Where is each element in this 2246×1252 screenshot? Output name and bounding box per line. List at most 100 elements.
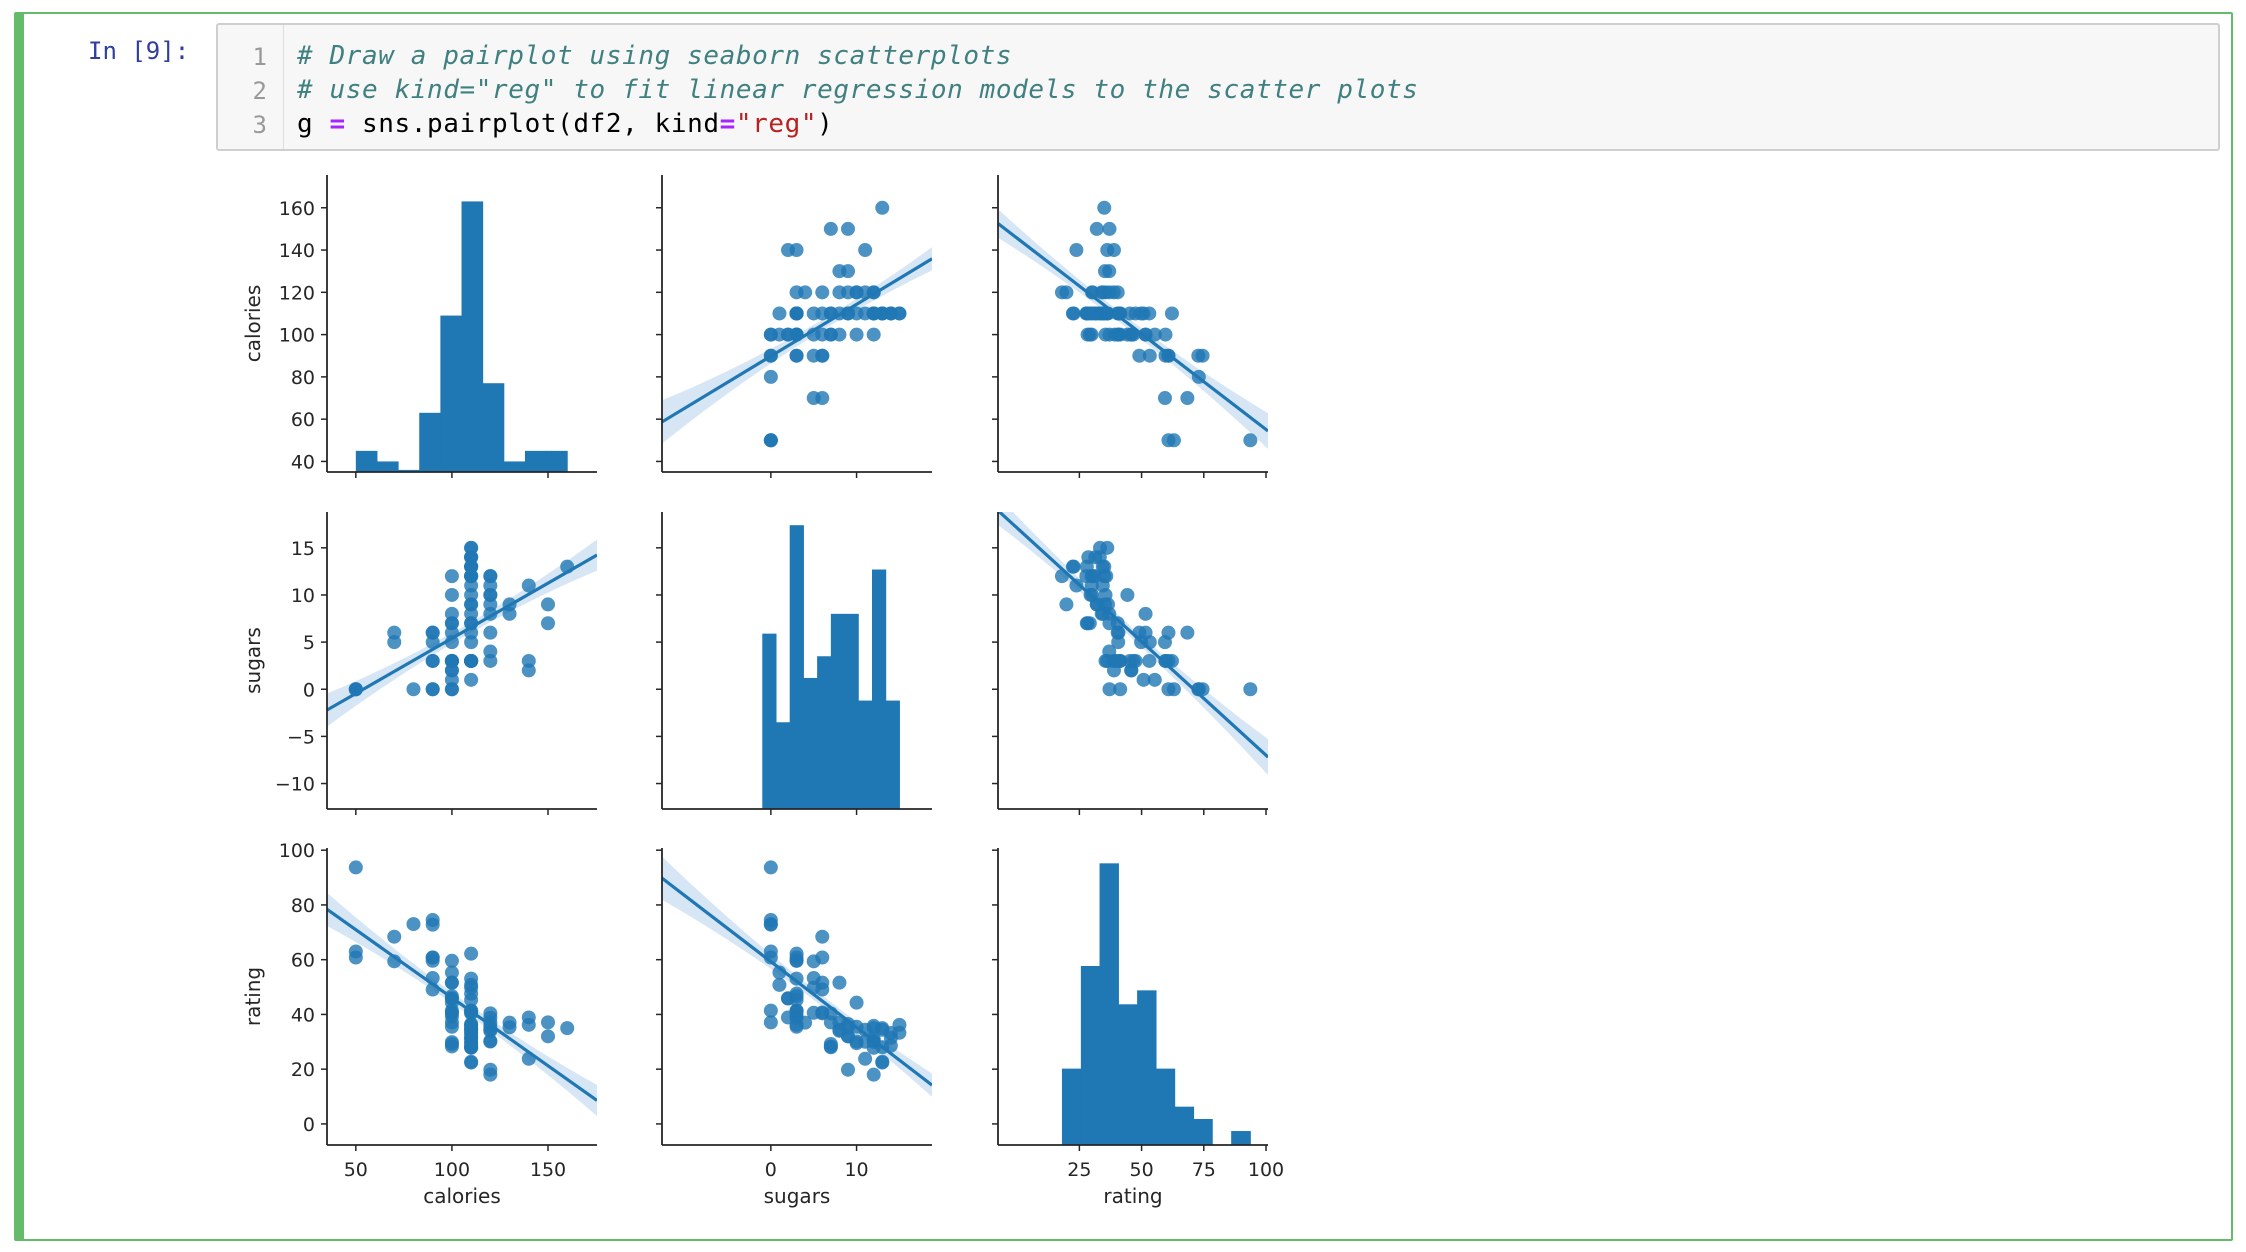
scatter-point <box>1243 433 1258 448</box>
histogram-bar <box>419 412 441 472</box>
scatter-point <box>1100 243 1115 258</box>
scatter-point <box>1138 606 1153 621</box>
scatter-point <box>849 327 864 342</box>
scatter-point <box>483 1034 498 1049</box>
scatter-point <box>823 221 838 236</box>
scatter-point <box>464 946 479 961</box>
scatter-point <box>1102 221 1117 236</box>
scatter-point <box>763 369 778 384</box>
x-tick-label: 10 <box>844 1159 868 1181</box>
scatter-point <box>1102 682 1117 697</box>
scatter-point <box>841 264 855 279</box>
scatter-point <box>387 929 402 944</box>
scatter-point <box>444 975 459 990</box>
scatter-point <box>772 977 787 992</box>
scatter-point <box>1097 200 1112 215</box>
histogram-bar <box>1174 1106 1195 1145</box>
scatter-point <box>1107 327 1122 342</box>
x-tick-label: 75 <box>1192 1159 1216 1181</box>
scatter-point <box>464 672 479 687</box>
scatter-point <box>1110 625 1125 640</box>
scatter-point <box>789 348 804 363</box>
scatter-point <box>789 243 804 258</box>
scatter-point <box>425 653 440 668</box>
scatter-point <box>763 912 778 927</box>
scatter-point <box>483 1006 498 1021</box>
scatter-point <box>444 587 459 602</box>
histogram-bar <box>440 315 463 472</box>
histogram-bar <box>776 722 791 809</box>
scatter-point <box>1126 653 1141 668</box>
y-tick-label: 10 <box>291 585 315 607</box>
histogram-bar <box>1137 990 1157 1145</box>
histogram-bar <box>503 461 526 472</box>
scatter-point <box>483 587 498 602</box>
scatter-point <box>815 929 830 944</box>
scatter-point <box>540 1029 555 1044</box>
scatter-point <box>540 597 555 612</box>
scatter-point <box>1195 348 1210 363</box>
scatter-point <box>858 243 873 258</box>
scatter-point <box>1100 540 1115 555</box>
scatter-point <box>763 1015 778 1030</box>
scatter-point <box>1054 569 1069 584</box>
histogram-bar <box>1193 1118 1213 1145</box>
scatter-point <box>815 950 830 965</box>
scatter-point <box>892 1017 907 1032</box>
scatter-point <box>1164 306 1179 321</box>
scatter-point <box>1084 327 1099 342</box>
scatter-point <box>464 635 479 650</box>
scatter-point <box>387 635 402 650</box>
scatter-point <box>464 1017 479 1032</box>
scatter-point <box>502 1020 517 1035</box>
scatter-point <box>464 1055 479 1070</box>
y-tick-label: 160 <box>279 198 315 220</box>
confidence-band <box>662 247 932 444</box>
scatter-point <box>483 644 498 659</box>
scatter-point <box>823 1036 838 1051</box>
x-tick-label: 50 <box>1129 1159 1153 1181</box>
scatter-point <box>444 569 459 584</box>
y-tick-label: 120 <box>279 282 315 304</box>
histogram-bar <box>762 633 777 809</box>
histogram-bar <box>1080 965 1101 1145</box>
histogram-bar <box>376 461 399 472</box>
scatter-point <box>1079 306 1094 321</box>
scatter-point <box>1082 616 1097 631</box>
y-tick-label: 0 <box>303 1114 315 1136</box>
scatter-point <box>1110 285 1125 300</box>
pairplot-figure: 406080100120140160−10−505101502040608010… <box>241 175 1284 1208</box>
scatter-point <box>444 1009 459 1024</box>
scatter-point <box>560 1021 575 1036</box>
scatter-point <box>483 1062 498 1077</box>
y-tick-label: 80 <box>291 895 315 917</box>
y-tick-label: 100 <box>279 325 315 347</box>
scatter-point <box>841 221 855 236</box>
y-tick-label: 60 <box>291 409 315 431</box>
scatter-point <box>1097 559 1112 574</box>
x-tick-label: 100 <box>434 1159 470 1181</box>
scatter-point <box>444 953 459 968</box>
scatter-point <box>464 653 479 668</box>
scatter-point <box>483 625 498 640</box>
histogram-bar <box>1231 1131 1251 1145</box>
histogram-bar <box>355 450 378 472</box>
scatter-point <box>1243 682 1258 697</box>
y-tick-label: 20 <box>291 1059 315 1081</box>
y-axis-label-calories: calories <box>241 285 265 363</box>
scatter-point <box>444 682 459 697</box>
y-tick-label: 100 <box>279 840 315 862</box>
histogram-bar <box>789 525 804 809</box>
scatter-point <box>464 597 479 612</box>
scatter-point <box>1059 597 1074 612</box>
scatter-point <box>464 1040 479 1055</box>
scatter-point <box>521 1017 536 1032</box>
y-tick-label: 80 <box>291 367 315 389</box>
scatter-point <box>849 1034 864 1049</box>
histogram-bar <box>1099 863 1119 1145</box>
scatter-point <box>763 433 778 448</box>
histogram-bar <box>872 569 887 809</box>
scatter-point <box>1081 550 1096 565</box>
scatter-point <box>464 980 479 995</box>
histogram-bar <box>546 450 568 472</box>
